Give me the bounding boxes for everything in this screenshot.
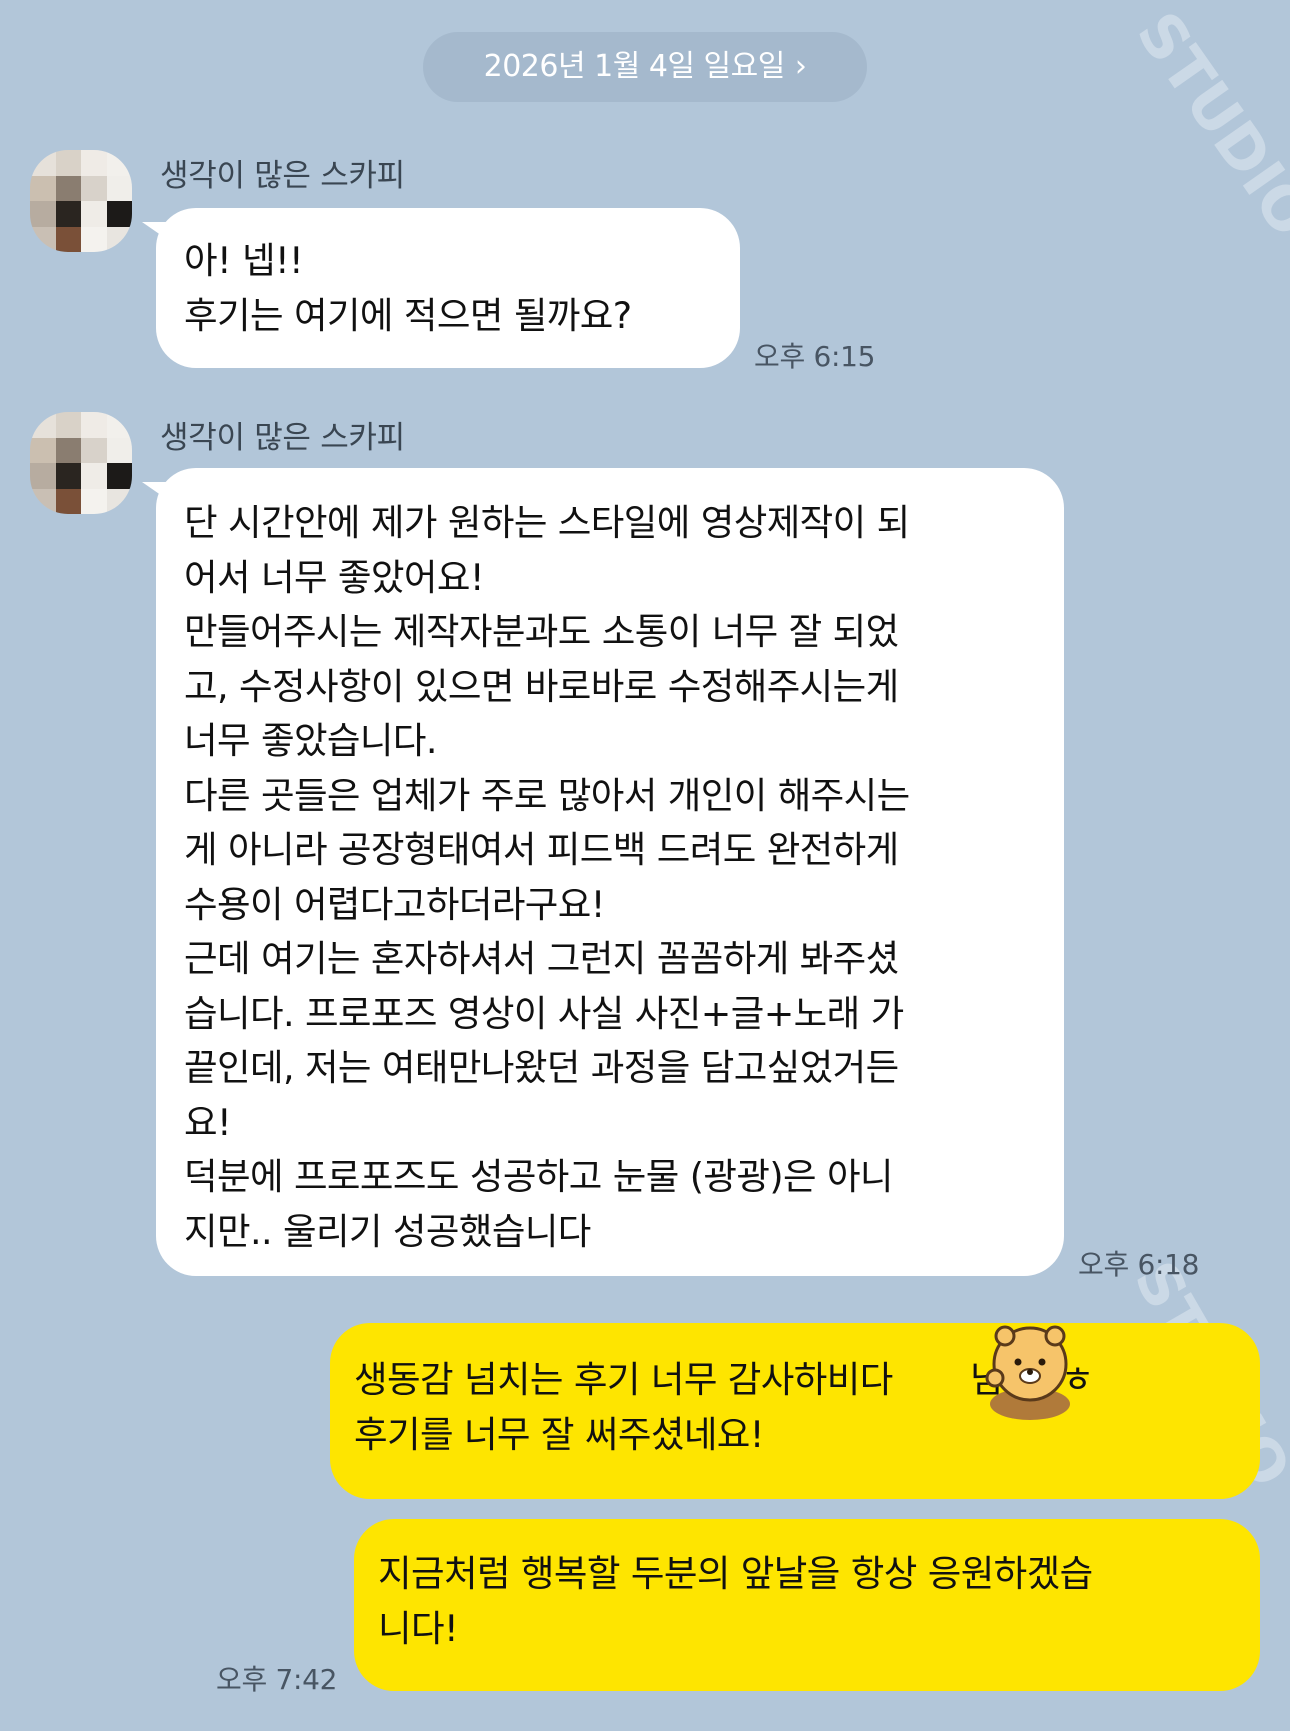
message-bubble[interactable]: 생동감 넘치는 후기 너무 감사하비다 님! ㅎㅎ 후기를 너무 잘 써주셨네요… (330, 1323, 1260, 1499)
avatar[interactable] (30, 150, 132, 252)
avatar[interactable] (30, 412, 132, 514)
message-time: 오후 7:42 (216, 1663, 338, 1696)
message-bubble[interactable]: 단 시간안에 제가 원하는 스타일에 영상제작이 되 어서 너무 좋았어요! 만… (142, 468, 1064, 1276)
message-bubble[interactable]: 지금처럼 행복할 두분의 앞날을 항상 응원하겠습 니다! (354, 1519, 1260, 1691)
lion-emoji-icon (975, 1316, 1085, 1426)
chevron-right-icon: › (794, 49, 807, 84)
date-divider[interactable]: 2026년 1월 4일 일요일 › (423, 32, 867, 102)
sender-name: 생각이 많은 스카피 (160, 158, 405, 194)
message-bubble[interactable]: 아! 넵!! 후기는 여기에 적으면 될까요? (142, 208, 740, 368)
message-time: 오후 6:18 (1078, 1248, 1200, 1281)
sender-name: 생각이 많은 스카피 (160, 420, 405, 456)
date-label: 2026년 1월 4일 일요일 (483, 49, 786, 84)
watermark-text: STUDIO (1122, 0, 1290, 250)
message-time: 오후 6:15 (754, 340, 876, 373)
